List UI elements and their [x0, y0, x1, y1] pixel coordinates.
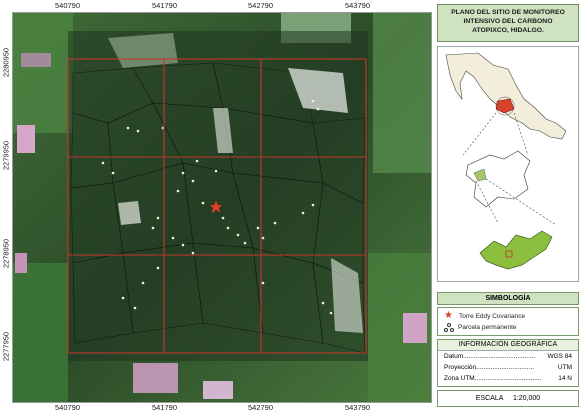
projection-label: Proyección — [444, 364, 477, 371]
x-tick-bottom-1: 540790 — [55, 403, 81, 412]
plot-dots-icon — [444, 323, 454, 332]
x-tick-bottom-2: 541790 — [152, 403, 178, 412]
geo-info: INFORMACIÓN GEOGRÁFICA Datum............… — [437, 339, 579, 387]
datum-value: WGS 84 — [547, 353, 572, 360]
x-tick-top-3: 542790 — [248, 1, 274, 10]
scale-value: 1:20,000 — [512, 395, 541, 402]
map-title: PLANO DEL SITIO DE MONITOREO INTENSIVO D… — [437, 4, 579, 42]
pink-patch — [17, 125, 35, 153]
scale-label: ESCALA — [475, 395, 504, 402]
satellite-image — [13, 13, 431, 402]
x-tick-bottom-3: 542790 — [248, 403, 274, 412]
title-line-2: INTENSIVO DEL CARBONO — [463, 18, 553, 25]
legend-item-tower: ★ Torre Eddy Covariance — [444, 311, 525, 321]
legend-item-plot: Parcela permanente — [444, 323, 517, 332]
x-tick-bottom-4: 543790 — [345, 403, 371, 412]
locator-svg — [445, 52, 567, 270]
info-row-datum: Datum...................................… — [438, 351, 578, 362]
datum-dots: ........................................ — [463, 353, 536, 360]
x-tick-top-1: 540790 — [55, 1, 81, 10]
info-row-zone: Zona UTM................................… — [438, 373, 578, 384]
y-tick-2: 2279950 — [1, 140, 11, 171]
legend-label-plot: Parcela permanente — [458, 323, 517, 331]
atopixco-municipality — [479, 230, 553, 270]
title-line-3: ATOPIXCO, HIDALGO. — [472, 27, 544, 34]
datum-label: Datum — [444, 353, 464, 360]
y-tick-4: 2277950 — [1, 331, 11, 362]
x-tick-top-4: 543790 — [345, 1, 371, 10]
mexico-outline — [445, 52, 567, 140]
y-tick-1: 2280950 — [1, 47, 11, 78]
y-tick-3: 2278950 — [1, 238, 11, 269]
star-icon: ★ — [444, 310, 453, 321]
geo-info-heading: INFORMACIÓN GEOGRÁFICA — [438, 340, 578, 351]
scale: ESCALA 1:20,000 — [437, 390, 579, 407]
legend-label-tower: Torre Eddy Covariance — [458, 312, 526, 320]
legend-heading: SIMBOLOGÍA — [437, 292, 579, 305]
title-line-1: PLANO DEL SITIO DE MONITOREO — [451, 9, 565, 16]
projection-dots: ................................ — [476, 364, 534, 371]
zone-value: 14 N — [558, 375, 572, 382]
map-layout: 540790 541790 542790 543790 540790 54179… — [0, 0, 584, 413]
satellite-map[interactable] — [12, 12, 432, 403]
zone-label: Zona UTM — [444, 375, 475, 382]
zone-dots: ..................................... — [474, 375, 542, 382]
projection-value: UTM — [557, 364, 572, 371]
side-panel: PLANO DEL SITIO DE MONITOREO INTENSIVO D… — [434, 0, 584, 413]
legend: ★ Torre Eddy Covariance Parcela permanen… — [437, 307, 579, 336]
x-tick-top-2: 541790 — [152, 1, 178, 10]
info-row-projection: Proyección..............................… — [438, 362, 578, 373]
hidalgo-state — [465, 150, 531, 208]
locator-maps — [437, 46, 579, 282]
